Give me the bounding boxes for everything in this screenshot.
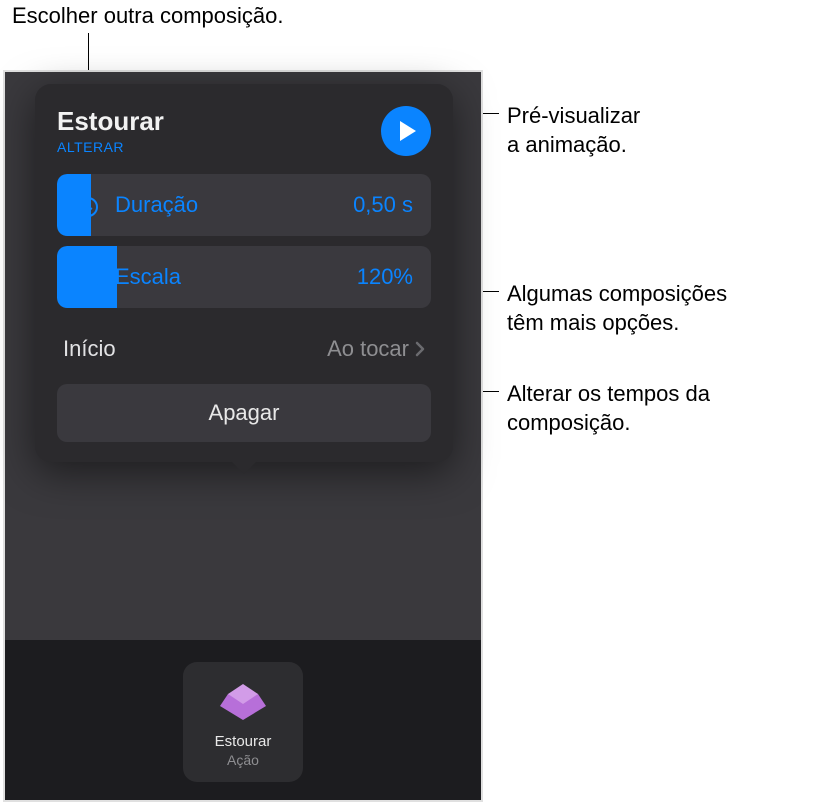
preview-play-button[interactable] [381,106,431,156]
animation-chip[interactable]: Estourar Ação [183,662,303,782]
callout-preview: Pré-visualizar a animação. [507,102,640,159]
callout-timing: Alterar os tempos da composição. [507,380,710,437]
scale-icon [75,265,101,289]
duration-label: Duração [115,192,353,218]
popover-header: Estourar ALTERAR [57,106,431,156]
change-effect-link[interactable]: ALTERAR [57,139,164,155]
chip-subtitle: Ação [227,752,259,768]
duration-value: 0,50 s [353,192,413,218]
callout-change: Escolher outra composição. [12,2,283,31]
popover-arrow [230,460,258,474]
callout-options: Algumas composições têm mais opções. [507,280,727,337]
timer-icon [75,192,101,218]
animation-bar: Estourar Ação [5,640,481,800]
effect-title: Estourar [57,106,164,137]
scale-slider[interactable]: Escala 120% [57,246,431,308]
start-value: Ao tocar [327,336,409,362]
start-label: Início [63,336,116,362]
play-icon [400,121,416,141]
scale-label: Escala [115,264,357,290]
start-row[interactable]: Início Ao tocar [57,318,431,380]
scale-value: 120% [357,264,413,290]
animation-popover: Estourar ALTERAR Duração 0,50 s [35,84,453,462]
chip-title: Estourar [215,733,272,750]
pop-effect-icon [220,684,266,725]
delete-button[interactable]: Apagar [57,384,431,442]
chevron-right-icon [415,341,425,357]
duration-slider[interactable]: Duração 0,50 s [57,174,431,236]
screenshot-background: Estourar Ação Estourar ALTERAR [3,70,483,802]
